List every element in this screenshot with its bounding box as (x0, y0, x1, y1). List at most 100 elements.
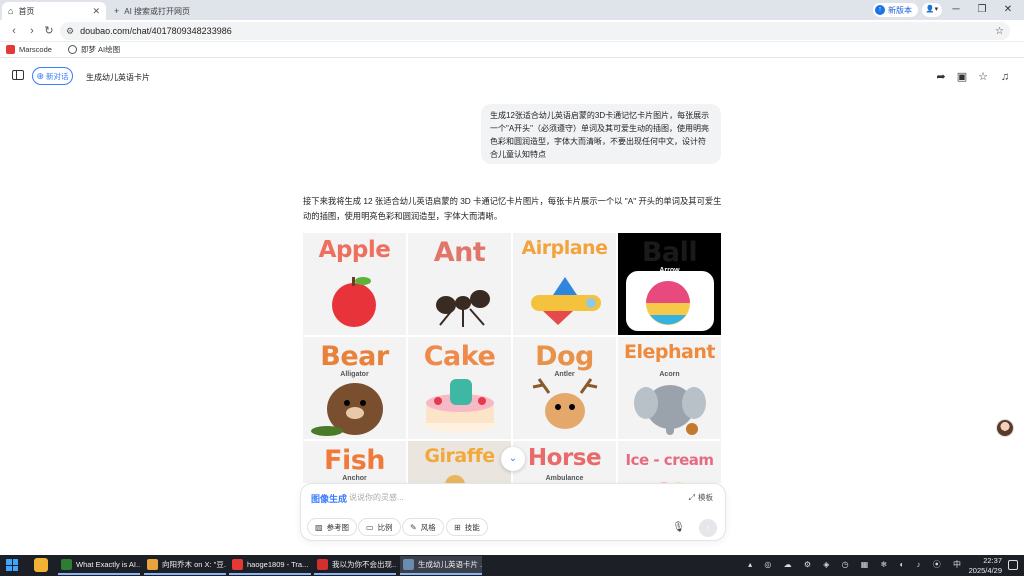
flashcard-image[interactable]: Horse Ambulance (513, 441, 616, 483)
save-icon[interactable]: ▣ (955, 70, 969, 84)
window-close-icon[interactable]: ✕ (996, 2, 1020, 18)
assistant-avatar[interactable] (996, 419, 1014, 437)
site-info-icon[interactable]: ⚙ (66, 26, 74, 37)
profile-menu-button[interactable]: 👤▾ (922, 3, 942, 17)
taskbar-window-label: 我以为你不会出现... (332, 560, 396, 569)
file-explorer-icon[interactable] (34, 558, 48, 572)
notification-center-icon[interactable] (1008, 560, 1018, 570)
restore-icon[interactable]: ❐ (970, 2, 994, 18)
taskbar-window-button[interactable]: haoge1809 - Tra... (229, 556, 311, 575)
reference-image-chip[interactable]: ▨ 参考图 (307, 518, 358, 536)
flashcard-image[interactable]: Elephant Acorn (618, 337, 721, 439)
new-chat-label: 新对话 (46, 71, 69, 81)
aspect-ratio-chip[interactable]: ▭ 比例 (358, 518, 401, 536)
close-tab-icon[interactable]: ✕ (92, 6, 100, 17)
taskbar-window-button[interactable]: 我以为你不会出现... (314, 556, 396, 575)
flashcard-image[interactable]: Giraffe (408, 441, 511, 483)
clock-time: 22:37 (983, 556, 1002, 565)
plus-icon: ⊕ (36, 70, 45, 81)
forward-icon[interactable]: › (24, 23, 40, 39)
grid-icon: ⊞ (454, 522, 461, 532)
windows-start-icon[interactable] (6, 559, 18, 571)
minimize-icon[interactable]: ─ (944, 2, 968, 18)
prompt-input[interactable] (349, 489, 629, 505)
ratio-icon: ▭ (366, 522, 374, 532)
plus-icon: + (114, 6, 120, 16)
ime-indicator[interactable]: 中 (953, 560, 966, 569)
flashcard-word: Fish (324, 445, 386, 476)
flashcard-image[interactable]: Fish Anchor (303, 441, 406, 483)
tab-new-label: AI 搜索或打开网页 (124, 6, 191, 16)
expand-icon: ⤢ (688, 492, 695, 502)
notification-bell-icon[interactable]: ♫ (998, 70, 1012, 84)
update-icon: ↑ (875, 5, 885, 15)
tab-home[interactable]: ⌂ 首页 ✕ (2, 2, 106, 20)
bookmark-jimeng-label: 即梦 AI绘图 (80, 45, 121, 54)
flashcard-word: Giraffe (424, 445, 495, 467)
sidebar-toggle-icon[interactable] (12, 70, 24, 80)
new-version-button[interactable]: ↑ 新版本 (873, 3, 918, 17)
app-icon (317, 559, 328, 570)
flashcard-image[interactable]: Ball Arrow (618, 233, 721, 335)
template-label: 模板 (698, 493, 713, 502)
brush-icon: ✎ (410, 522, 417, 532)
tab-home-label: 首页 (18, 6, 35, 16)
template-button[interactable]: ⤢ 模板 (689, 492, 713, 503)
flashcard-word: Elephant (624, 341, 715, 363)
taskbar-window-button[interactable]: 向阳乔木 on X: "豆... (144, 556, 226, 575)
app-icon (403, 559, 414, 570)
browser-tab-bar: ⌂ 首页 ✕ + AI 搜索或打开网页 ↑ 新版本 👤▾ ─ ❐ ✕ (0, 0, 1024, 20)
address-bar: ‹ › ↻ ⚙ doubao.com/chat/4017809348233986… (0, 20, 1024, 42)
flashcard-word: Airplane (521, 237, 608, 259)
flashcard-subword: Antler (554, 371, 575, 378)
back-icon[interactable]: ‹ (6, 23, 22, 39)
chat-title: 生成幼儿英语卡片 (86, 73, 150, 82)
microphone-icon[interactable]: 🎙 (672, 522, 685, 533)
flashcard-image[interactable]: Bear Alligator (303, 337, 406, 439)
flashcard-subword: Anchor (342, 475, 367, 482)
skills-chip[interactable]: ⊞ 技能 (446, 518, 488, 536)
flashcard-image[interactable]: Ant (408, 233, 511, 335)
system-clock[interactable]: 22:37 2025/4/29 (969, 556, 1002, 575)
favorite-star-icon[interactable]: ☆ (976, 70, 990, 84)
taskbar-window-label: 生成幼儿英语卡片 ... (418, 560, 482, 569)
flashcard-word: Cake (423, 341, 496, 372)
image-generation-mode-label[interactable]: 图像生成 (311, 492, 347, 505)
tab-new[interactable]: + AI 搜索或打开网页 (108, 2, 238, 20)
flashcard-word: Ice - cream (625, 451, 714, 469)
marscode-icon (6, 45, 15, 54)
flashcard-image[interactable]: Apple (303, 233, 406, 335)
bookmark-star-icon[interactable]: ☆ (995, 26, 1004, 37)
flashcard-image[interactable]: Airplane (513, 233, 616, 335)
bookmark-marscode-label: Marscode (19, 45, 52, 54)
taskbar-window-label: haoge1809 - Tra... (247, 560, 309, 569)
bookmark-marscode[interactable]: Marscode (6, 45, 52, 54)
flashcard-subword: Arrow (659, 267, 680, 274)
send-button[interactable]: ↑ (699, 519, 717, 537)
flashcard-image-grid: Apple Ant Airplane Ball Arrow Bear Alligator Ca… (303, 233, 721, 483)
url-field[interactable]: ⚙ doubao.com/chat/4017809348233986 ☆ (60, 22, 1010, 40)
reference-image-label: 参考图 (326, 522, 350, 532)
bookmark-jimeng[interactable]: 即梦 AI绘图 (67, 44, 121, 55)
reload-icon[interactable]: ↻ (41, 23, 57, 39)
flashcard-word: Dog (535, 341, 594, 372)
windows-taskbar: What Exactly is AI... 向阳乔木 on X: "豆... hao… (0, 555, 1024, 576)
new-version-label: 新版本 (888, 5, 912, 15)
scroll-down-button[interactable]: ⌄ (501, 447, 525, 471)
user-message-bubble: 生成12张适合幼儿英语启蒙的3D卡通记忆卡片图片，每张展示一个"A开头"（必须遵… (481, 104, 721, 164)
system-tray[interactable]: ▴ ◎ ☁ ⚙ ◈ ◷ ▦ ❄ ◐ ♪ ⦿ 中 (748, 559, 966, 570)
taskbar-window-button[interactable]: What Exactly is AI... (58, 556, 140, 575)
new-chat-button[interactable]: ⊕ 新对话 (32, 67, 73, 85)
app-icon (61, 559, 72, 570)
aspect-ratio-label: 比例 (377, 522, 393, 532)
style-chip[interactable]: ✎ 风格 (402, 518, 444, 536)
flashcard-word: Apple (318, 237, 391, 263)
flashcard-image[interactable]: Cake (408, 337, 511, 439)
flashcard-image[interactable]: Ice - cream (618, 441, 721, 483)
image-icon: ▨ (315, 522, 323, 532)
taskbar-window-button[interactable]: 生成幼儿英语卡片 ... (400, 556, 482, 575)
assistant-reply-text: 接下来我将生成 12 张适合幼儿英语启蒙的 3D 卡通记忆卡片图片，每张卡片展示… (303, 196, 722, 221)
flashcard-subword: Ambulance (545, 475, 584, 482)
share-icon[interactable]: ➦ (934, 70, 948, 84)
flashcard-image[interactable]: Dog Antler (513, 337, 616, 439)
